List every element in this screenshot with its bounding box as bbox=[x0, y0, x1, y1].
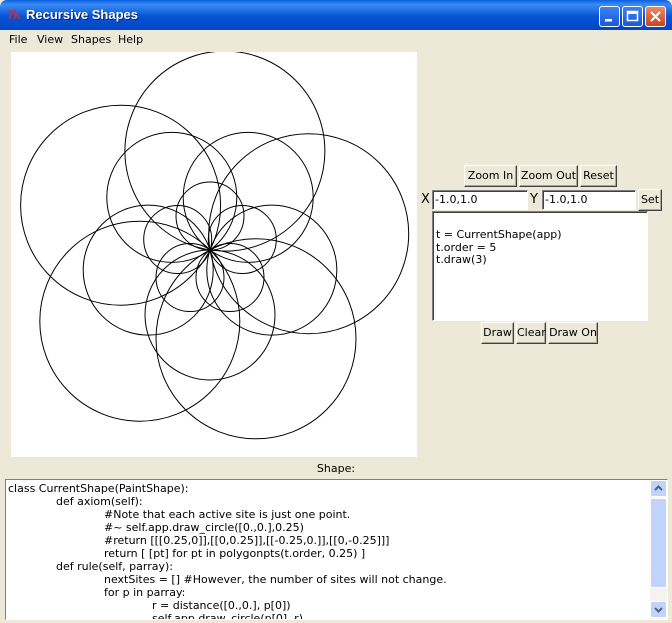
scroll-up-button[interactable] bbox=[650, 480, 667, 497]
shape-label: Shape: bbox=[316, 462, 356, 475]
x-range-input[interactable]: -1.0,1.0 bbox=[432, 190, 528, 210]
zoom-out-button[interactable]: Zoom Out bbox=[519, 165, 578, 187]
menu-view[interactable]: View bbox=[37, 33, 63, 46]
shape-circle bbox=[82, 204, 214, 336]
draw-on-button[interactable]: Draw On bbox=[548, 322, 598, 344]
title-bar[interactable]: 7k Recursive Shapes bbox=[0, 0, 672, 30]
set-range-button[interactable]: Set bbox=[638, 189, 662, 211]
code-line: r = distance([0.,0.], p[0]) bbox=[152, 599, 291, 612]
chevron-up-icon bbox=[654, 485, 663, 491]
app-icon: 7k bbox=[7, 8, 21, 22]
code-line: return [ [pt] for pt in polygonpts(t.ord… bbox=[104, 547, 366, 560]
close-icon bbox=[650, 11, 661, 22]
code-line: nextSites = [] #However, the number of s… bbox=[104, 573, 447, 586]
recursive-shape-drawing bbox=[20, 50, 410, 440]
menu-shapes[interactable]: Shapes bbox=[71, 33, 111, 46]
minimize-button[interactable] bbox=[599, 6, 620, 27]
code-scrollbar[interactable] bbox=[650, 480, 667, 619]
window-title: Recursive Shapes bbox=[26, 7, 139, 22]
code-line: self.app.draw_circle(p[0], r) bbox=[152, 612, 303, 620]
close-button[interactable] bbox=[645, 6, 666, 27]
script-editor[interactable]: t = CurrentShape(app) t.order = 5 t.draw… bbox=[432, 211, 648, 321]
y-range-label: Y bbox=[530, 192, 538, 207]
scroll-down-button[interactable] bbox=[650, 601, 667, 618]
scroll-thumb[interactable] bbox=[650, 498, 667, 588]
code-line: def rule(self, parray): bbox=[56, 560, 173, 573]
code-line: def axiom(self): bbox=[56, 495, 143, 508]
script-line: t = CurrentShape(app) bbox=[436, 228, 562, 241]
code-line: #~ self.app.draw_circle([0.,0.],0.25) bbox=[104, 521, 304, 534]
menu-bar: File View Shapes Help bbox=[0, 30, 672, 49]
shape-circle bbox=[106, 131, 238, 263]
draw-button[interactable]: Draw bbox=[481, 322, 514, 344]
code-line: class CurrentShape(PaintShape): bbox=[8, 482, 189, 495]
menu-file[interactable]: File bbox=[9, 33, 27, 46]
chevron-down-icon bbox=[654, 607, 663, 613]
zoom-in-button[interactable]: Zoom In bbox=[464, 165, 517, 187]
code-line: #Note that each active site is just one … bbox=[104, 508, 351, 521]
code-line: #return [[[0.25,0]],[[0,0.25]],[[-0.25,0… bbox=[104, 534, 390, 547]
minimize-icon bbox=[605, 19, 612, 22]
code-line: for p in parray: bbox=[104, 586, 186, 599]
code-panel[interactable]: class CurrentShape(PaintShape): def axio… bbox=[5, 479, 668, 620]
shape-circle bbox=[144, 249, 276, 381]
menu-help[interactable]: Help bbox=[118, 33, 143, 46]
drawing-canvas[interactable] bbox=[11, 50, 417, 457]
x-range-label: X bbox=[421, 192, 430, 207]
maximize-button[interactable] bbox=[622, 6, 643, 27]
y-range-input[interactable]: -1.0,1.0 bbox=[542, 190, 636, 210]
script-line: t.draw(3) bbox=[436, 253, 487, 266]
reset-button[interactable]: Reset bbox=[580, 165, 617, 187]
clear-button[interactable]: Clear bbox=[516, 322, 546, 344]
maximize-icon bbox=[626, 10, 639, 22]
